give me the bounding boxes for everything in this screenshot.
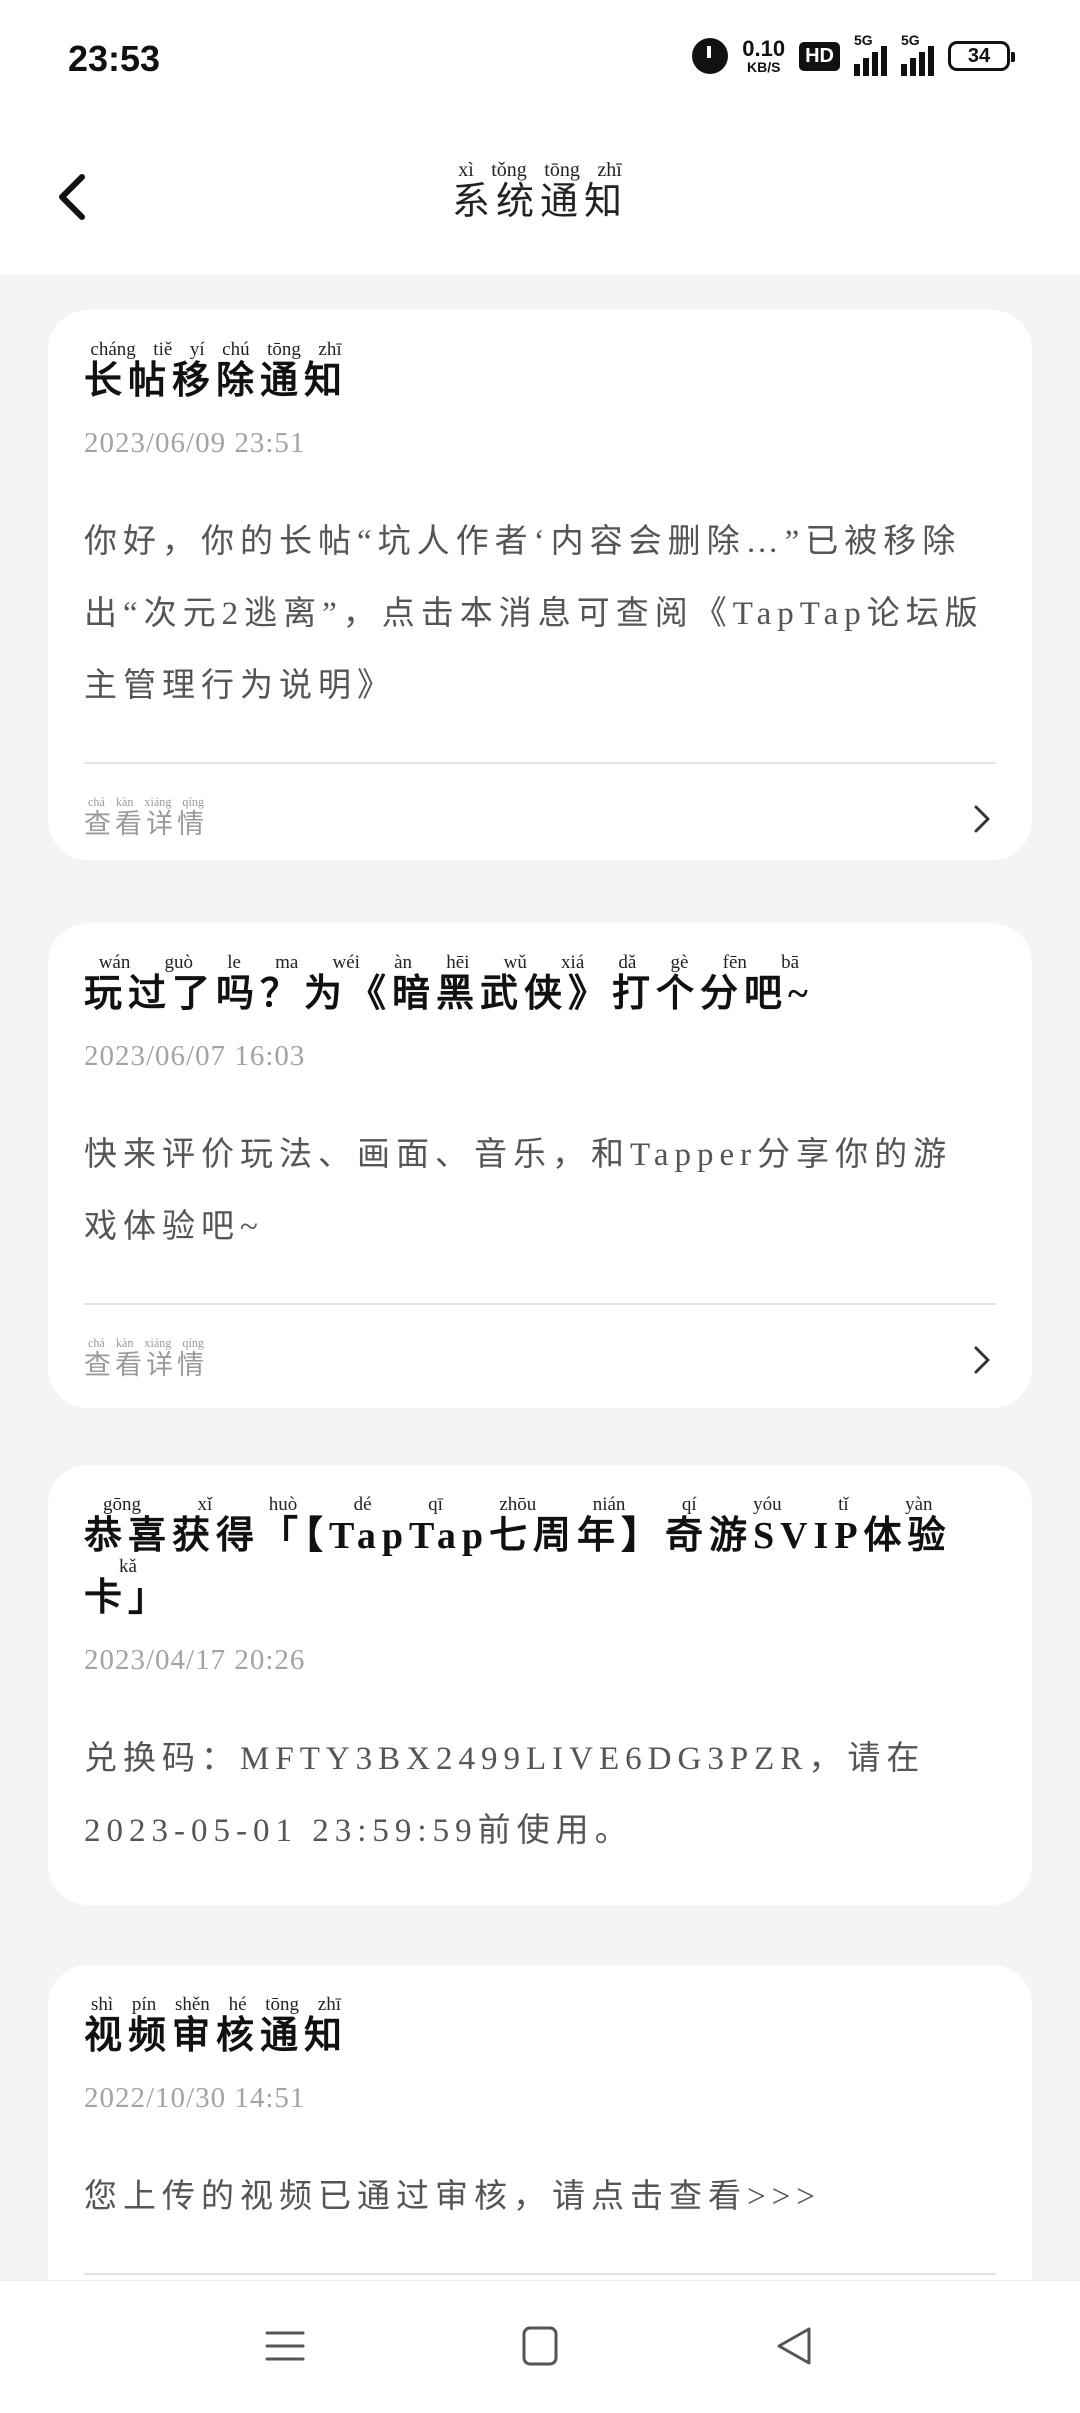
notification-card[interactable]: 恭喜获得「【TapTap七周年】奇游SVIP体验卡」gōng xǐ huò dé… [48,1465,1032,1905]
status-bar: 23:53 0.10 KB/S HD 5G 5G 34 [0,0,1080,125]
notification-card[interactable]: 长帖移除通知cháng tiě yí chú tōng zhī 2023/06/… [48,310,1032,860]
notification-title: 恭喜获得「【TapTap七周年】奇游SVIP体验卡」gōng xǐ huò dé… [84,1494,952,1619]
notification-date: 2022/10/30 14:51 [84,2081,306,2114]
notification-date: 2023/06/07 16:03 [84,1039,306,1072]
system-nav-bar [0,2280,1080,2413]
menu-icon[interactable] [255,2321,315,2371]
status-icons: 0.10 KB/S HD 5G 5G 34 [692,32,1015,76]
hd-badge: HD [799,41,840,71]
notification-body: 您上传的视频已通过审核，请点击查看>>> [84,2178,821,2215]
divider [84,2272,996,2275]
view-details-row[interactable]: 查看详情chá kàn xiáng qíng [84,764,996,874]
notification-card[interactable]: 视频审核通知shì pín shěn hé tōng zhī 2022/10/3… [48,1965,1032,2280]
view-details-row[interactable]: 查看详情chá kàn xiáng qíng [84,1305,996,1415]
network-speed: 0.10 KB/S [742,36,786,75]
status-time: 23:53 [68,38,161,79]
notification-body: 兑换码：MFTY3BX2499LIVE6DG3PZR，请在2023-05-01 … [84,1740,926,1849]
notification-body: 快来评价玩法、画面、音乐，和Tapper分享你的游戏体验吧~ [84,1136,953,1245]
view-details-link[interactable]: 查看详情chá kàn xiáng qíng [84,1336,208,1382]
chevron-right-icon [974,805,990,833]
notification-date: 2023/06/09 23:51 [84,426,306,459]
home-square-icon[interactable] [510,2321,570,2371]
signal-icon: 5G [901,32,934,76]
back-triangle-icon[interactable] [765,2321,825,2371]
notification-title: 视频审核通知shì pín shěn hé tōng zhī [84,1994,349,2057]
chevron-right-icon [974,1346,990,1374]
page-header: 系统通知xì tǒng tōng zhī [0,125,1080,275]
notification-card[interactable]: 玩过了吗？为《暗黑武侠》打个分吧~wán guò le ma wéi àn hē… [48,923,1032,1408]
battery-icon: 34 [948,41,1015,71]
notification-title: 玩过了吗？为《暗黑武侠》打个分吧~wán guò le ma wéi àn hē… [84,952,814,1015]
signal-icon: 5G [854,32,887,76]
notification-date: 2023/04/17 20:26 [84,1643,306,1676]
notification-list[interactable]: 长帖移除通知cháng tiě yí chú tōng zhī 2023/06/… [0,275,1080,2280]
notification-body: 你好，你的长帖“坑人作者‘内容会删除…”已被移除出“次元2逃离”，点击本消息可查… [84,523,984,704]
alarm-icon [692,38,729,74]
view-details-link[interactable]: 查看详情chá kàn xiáng qíng [84,795,208,841]
page-title: 系统通知xì tǒng tōng zhī [451,159,628,223]
notification-title: 长帖移除通知cháng tiě yí chú tōng zhī [84,339,349,402]
